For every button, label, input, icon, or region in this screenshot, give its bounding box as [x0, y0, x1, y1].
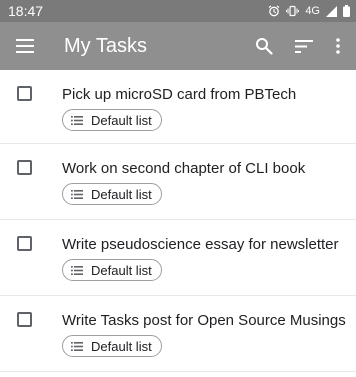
task-checkbox[interactable] — [17, 312, 32, 327]
more-vert-icon[interactable] — [324, 22, 352, 70]
alarm-icon — [268, 5, 280, 17]
task-checkbox[interactable] — [17, 236, 32, 251]
task-title[interactable]: Write Tasks post for Open Source Musings — [62, 312, 346, 329]
list-chip[interactable]: Default list — [62, 335, 162, 357]
task-item[interactable]: Write pseudoscience essay for newsletter… — [0, 220, 356, 296]
task-title[interactable]: Write pseudoscience essay for newsletter — [62, 236, 346, 253]
list-chip[interactable]: Default list — [62, 259, 162, 281]
task-checkbox[interactable] — [17, 160, 32, 175]
task-title[interactable]: Pick up microSD card from PBTech — [62, 86, 346, 103]
signal-icon — [326, 5, 337, 17]
vibrate-icon — [286, 5, 300, 17]
list-chip-label: Default list — [91, 112, 152, 128]
menu-icon[interactable] — [2, 22, 48, 70]
list-chip-label: Default list — [91, 262, 152, 278]
list-chip-label: Default list — [91, 338, 152, 354]
list-chip-label: Default list — [91, 186, 152, 202]
status-time: 18:47 — [8, 3, 44, 19]
app-bar: My Tasks — [0, 22, 356, 70]
status-icons: 4G — [268, 5, 350, 17]
task-title[interactable]: Work on second chapter of CLI book — [62, 160, 346, 177]
task-checkbox[interactable] — [17, 86, 32, 101]
search-icon[interactable] — [244, 22, 284, 70]
task-item[interactable]: Work on second chapter of CLI book Defau… — [0, 144, 356, 220]
list-chip[interactable]: Default list — [62, 109, 162, 131]
network-type-label: 4G — [305, 5, 320, 17]
task-item[interactable]: Pick up microSD card from PBTech Default… — [0, 70, 356, 144]
sort-icon[interactable] — [284, 22, 324, 70]
task-item[interactable]: Write Tasks post for Open Source Musings… — [0, 296, 356, 372]
task-list: Pick up microSD card from PBTech Default… — [0, 70, 356, 372]
status-bar: 18:47 4G — [0, 0, 356, 22]
list-icon — [71, 115, 83, 125]
list-chip[interactable]: Default list — [62, 183, 162, 205]
list-icon — [71, 341, 83, 351]
battery-icon — [343, 5, 350, 17]
list-icon — [71, 189, 83, 199]
list-icon — [71, 265, 83, 275]
page-title: My Tasks — [64, 34, 147, 57]
